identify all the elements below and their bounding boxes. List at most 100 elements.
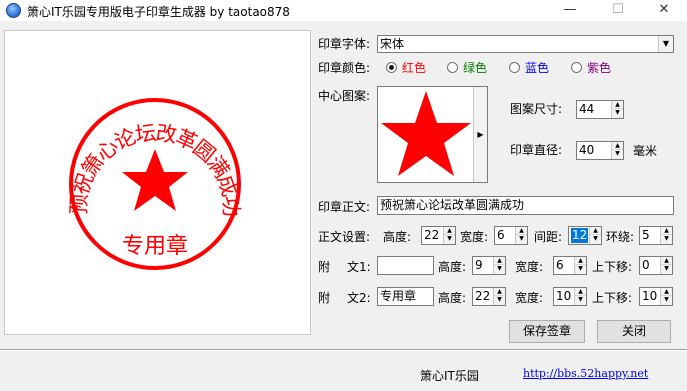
extra1-width-value[interactable]: 6 xyxy=(556,258,564,273)
extra1-width-stepper[interactable]: 6 ▲ ▼ xyxy=(553,256,587,275)
extra2-input[interactable]: 专用章 xyxy=(377,287,434,306)
spin-up-icon[interactable]: ▲ xyxy=(590,227,601,235)
spin-down-icon[interactable]: ▼ xyxy=(661,296,672,304)
pattern-size-stepper[interactable]: 44 ▲ ▼ xyxy=(576,100,624,119)
radio-blue[interactable] xyxy=(509,62,520,73)
extra1-offset-value[interactable]: 0 xyxy=(642,258,650,273)
app-icon xyxy=(6,3,21,18)
radio-blue-label[interactable]: 蓝色 xyxy=(525,60,549,76)
window-title: 箫心IT乐园专用版电子印章生成器 by taotao878 xyxy=(27,5,290,19)
main-text-label: 印章正文: xyxy=(318,200,371,214)
radio-green-label[interactable]: 绿色 xyxy=(463,60,487,76)
spin-down-icon[interactable]: ▼ xyxy=(661,265,672,273)
spin-down-icon[interactable]: ▼ xyxy=(575,265,586,273)
chevron-down-icon[interactable]: ▼ xyxy=(658,36,673,52)
extra2-height-stepper[interactable]: 22 ▲ ▼ xyxy=(472,287,506,306)
diameter-unit: 毫米 xyxy=(633,144,658,158)
extra2-value[interactable]: 专用章 xyxy=(380,289,416,304)
main-text-input[interactable]: 预祝箫心论坛改革圆满成功 xyxy=(377,196,674,215)
wrap-stepper[interactable]: 5 ▲ ▼ xyxy=(639,226,673,245)
spacing-label: 间距: xyxy=(534,230,563,244)
extra2-height-label: 高度: xyxy=(438,291,467,305)
close-window-button[interactable]: ✕ xyxy=(641,0,687,22)
pattern-label: 中心图案: xyxy=(318,89,371,103)
pattern-select[interactable]: ▶ xyxy=(377,86,488,183)
diameter-stepper[interactable]: 40 ▲ ▼ xyxy=(576,141,624,160)
stamp-graphic: 预祝箫心论坛改革圆满成功 专用章 xyxy=(67,98,245,270)
extra2-width-value[interactable]: 10 xyxy=(556,289,571,304)
wrap-label: 环绕: xyxy=(606,230,635,244)
font-label: 印章字体: xyxy=(318,37,371,51)
extra2-width-stepper[interactable]: 10 ▲ ▼ xyxy=(553,287,587,306)
extra1-height-label: 高度: xyxy=(438,260,467,274)
height-value[interactable]: 22 xyxy=(424,228,439,243)
status-separator xyxy=(0,349,687,351)
extra1-input[interactable] xyxy=(377,256,434,275)
spin-down-icon[interactable]: ▼ xyxy=(444,235,455,243)
spacing-value[interactable]: 12 xyxy=(571,228,589,243)
wrap-value[interactable]: 5 xyxy=(642,228,650,243)
spin-up-icon[interactable]: ▲ xyxy=(661,288,672,296)
spin-up-icon[interactable]: ▲ xyxy=(575,257,586,265)
radio-red-label[interactable]: 红色 xyxy=(402,60,426,76)
font-select[interactable]: 宋体 ▼ xyxy=(377,35,674,53)
spin-up-icon[interactable]: ▲ xyxy=(444,227,455,235)
title-bar: 箫心IT乐园专用版电子印章生成器 by taotao878 — ☐ ✕ xyxy=(0,0,687,22)
radio-purple-label[interactable]: 紫色 xyxy=(587,60,611,76)
font-select-value: 宋体 xyxy=(380,37,405,51)
spin-up-icon[interactable]: ▲ xyxy=(494,288,505,296)
extra2-label-a: 附 xyxy=(318,291,331,305)
spin-down-icon[interactable]: ▼ xyxy=(590,235,601,243)
spin-down-icon[interactable]: ▼ xyxy=(612,109,623,117)
pattern-size-label: 图案尺寸: xyxy=(510,102,563,116)
height-stepper[interactable]: 22 ▲ ▼ xyxy=(421,226,456,245)
spin-down-icon[interactable]: ▼ xyxy=(661,235,672,243)
spin-down-icon[interactable]: ▼ xyxy=(612,150,623,158)
status-site-name: 箫心IT乐园 xyxy=(420,369,479,383)
maximize-button[interactable]: ☐ xyxy=(595,0,641,22)
spacing-stepper[interactable]: 12 ▲ ▼ xyxy=(568,226,602,245)
spin-up-icon[interactable]: ▲ xyxy=(494,257,505,265)
spin-down-icon[interactable]: ▼ xyxy=(575,296,586,304)
extra2-offset-stepper[interactable]: 10 ▲ ▼ xyxy=(639,287,673,306)
stamp-center-text: 专用章 xyxy=(122,234,188,259)
main-text-value[interactable]: 预祝箫心论坛改革圆满成功 xyxy=(380,198,524,213)
width-stepper[interactable]: 6 ▲ ▼ xyxy=(494,226,528,245)
save-button[interactable]: 保存签章 xyxy=(509,320,585,343)
extra1-label-a: 附 xyxy=(318,260,331,274)
extra1-offset-label: 上下移: xyxy=(592,260,633,274)
text-settings-label: 正文设置: xyxy=(318,230,371,244)
spin-up-icon[interactable]: ▲ xyxy=(575,288,586,296)
extra2-height-value[interactable]: 22 xyxy=(475,289,490,304)
extra1-height-value[interactable]: 9 xyxy=(475,258,483,273)
width-value[interactable]: 6 xyxy=(497,228,505,243)
radio-green[interactable] xyxy=(447,62,458,73)
pattern-dropdown-arrow-icon[interactable]: ▶ xyxy=(473,87,487,182)
spin-up-icon[interactable]: ▲ xyxy=(612,101,623,109)
spin-up-icon[interactable]: ▲ xyxy=(516,227,527,235)
spin-up-icon[interactable]: ▲ xyxy=(612,142,623,150)
extra2-offset-value[interactable]: 10 xyxy=(642,289,657,304)
minimize-button[interactable]: — xyxy=(547,0,593,22)
star-icon xyxy=(381,91,471,176)
status-site-link[interactable]: http://bbs.52happy.net xyxy=(523,367,648,380)
radio-purple[interactable] xyxy=(571,62,582,73)
diameter-label: 印章直径: xyxy=(510,143,563,157)
spin-up-icon[interactable]: ▲ xyxy=(661,257,672,265)
height-label: 高度: xyxy=(383,230,412,244)
spin-down-icon[interactable]: ▼ xyxy=(494,296,505,304)
diameter-value[interactable]: 40 xyxy=(579,143,594,158)
spin-down-icon[interactable]: ▼ xyxy=(516,235,527,243)
extra1-height-stepper[interactable]: 9 ▲ ▼ xyxy=(472,256,506,275)
extra1-width-label: 宽度: xyxy=(515,260,544,274)
extra2-width-label: 宽度: xyxy=(515,291,544,305)
spin-up-icon[interactable]: ▲ xyxy=(661,227,672,235)
stamp-preview: 预祝箫心论坛改革圆满成功 专用章 xyxy=(4,30,311,335)
extra2-offset-label: 上下移: xyxy=(592,291,633,305)
spin-down-icon[interactable]: ▼ xyxy=(494,265,505,273)
extra1-offset-stepper[interactable]: 0 ▲ ▼ xyxy=(639,256,673,275)
close-button[interactable]: 关闭 xyxy=(597,320,671,343)
pattern-size-value[interactable]: 44 xyxy=(579,102,594,117)
radio-red[interactable] xyxy=(386,62,397,73)
color-label: 印章颜色: xyxy=(318,61,371,75)
